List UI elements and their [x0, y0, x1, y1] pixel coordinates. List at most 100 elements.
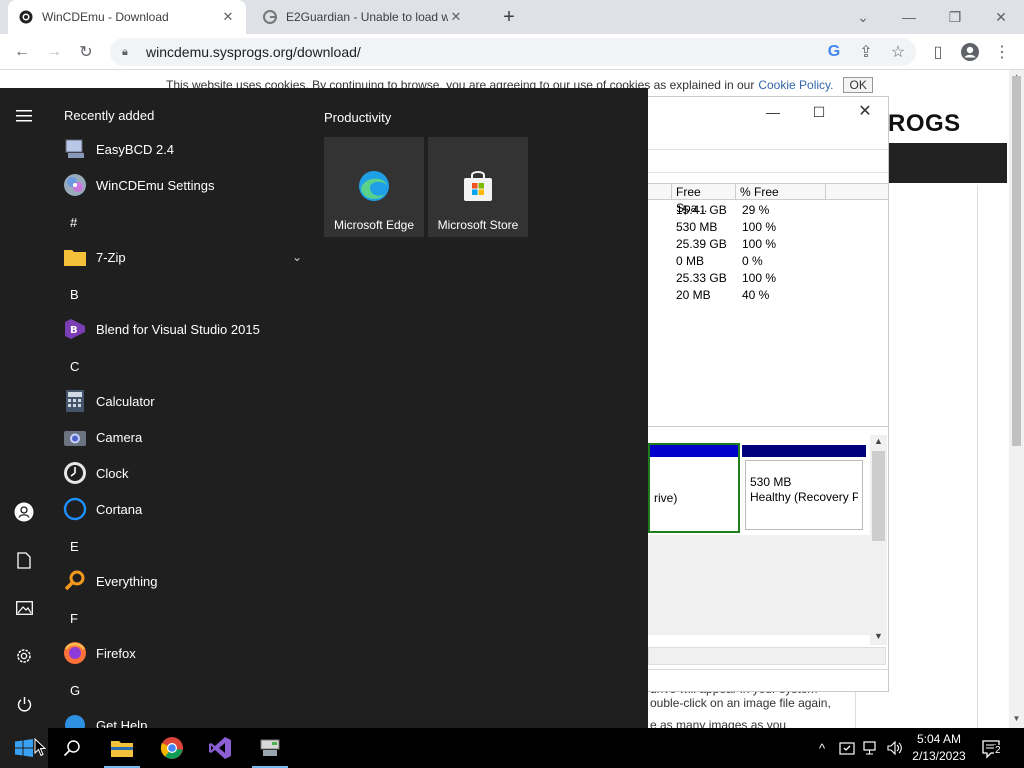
app-firefox[interactable]: Firefox [62, 636, 302, 670]
documents-icon[interactable] [8, 544, 40, 576]
clock-icon [62, 460, 88, 486]
calculator-icon [62, 388, 88, 414]
close-tab-icon[interactable]: ✕ [448, 9, 464, 25]
system-clock[interactable]: 5:04 AM 2/13/2023 [908, 731, 970, 765]
cookie-ok-button[interactable]: OK [843, 77, 873, 93]
back-arrow-icon[interactable]: ← [10, 40, 34, 64]
get-help-icon [62, 712, 88, 728]
productivity-group-header[interactable]: Productivity [324, 110, 391, 125]
file-explorer-button[interactable] [98, 728, 146, 768]
svg-text:B: B [70, 325, 78, 336]
tile-microsoft-edge[interactable]: Microsoft Edge [324, 137, 424, 237]
app-blend-visual-studio[interactable]: B Blend for Visual Studio 2015 [62, 312, 302, 346]
minimize-button[interactable]: — [758, 101, 788, 123]
app-get-help[interactable]: Get Help [62, 708, 302, 728]
restore-button[interactable]: ❐ [932, 0, 978, 34]
column-header[interactable] [648, 184, 672, 200]
app-everything[interactable]: Everything [62, 564, 302, 598]
scroll-down-icon[interactable]: ▼ [1009, 714, 1024, 723]
network-icon[interactable] [862, 738, 880, 758]
app-list[interactable]: Recently added EasyBCD 2.4 WinCDEmu Sett… [48, 88, 308, 728]
scroll-thumb[interactable] [1012, 76, 1021, 446]
group-letter[interactable]: E [70, 539, 79, 554]
table-row[interactable]: 25.33 GB 100 % [648, 271, 888, 288]
search-icon [63, 740, 80, 757]
partition-recovery[interactable]: 530 MB Healthy (Recovery Pa [742, 445, 866, 531]
app-clock[interactable]: Clock [62, 456, 302, 490]
window-titlebar[interactable]: — ☐ ✕ [648, 97, 888, 127]
app-cortana[interactable]: Cortana [62, 492, 302, 526]
chrome-menu-icon[interactable]: ⋮ [990, 40, 1014, 64]
table-row[interactable]: 530 MB 100 % [648, 220, 888, 237]
column-header-percent-free[interactable]: % Free [736, 184, 826, 200]
settings-gear-icon[interactable] [8, 640, 40, 672]
user-account-icon[interactable] [8, 496, 40, 528]
network-app-button[interactable] [246, 728, 294, 768]
table-row[interactable]: 25.39 GB 100 % [648, 237, 888, 254]
bookmark-star-icon[interactable]: ☆ [886, 40, 910, 64]
forward-arrow-icon[interactable]: → [42, 40, 66, 64]
chrome-button[interactable] [148, 728, 196, 768]
horizontal-scrollbar[interactable] [648, 647, 886, 665]
app-calculator[interactable]: Calculator [62, 384, 302, 418]
table-row[interactable]: 20 MB 40 % [648, 288, 888, 305]
google-lens-icon[interactable]: G [822, 40, 846, 64]
visual-studio-button[interactable] [196, 728, 244, 768]
magnifier-icon [62, 568, 88, 594]
chevron-down-icon[interactable]: ⌄ [292, 250, 302, 264]
tab-wincdemu-download[interactable]: WinCDEmu - Download ✕ [8, 0, 246, 34]
pictures-icon[interactable] [8, 592, 40, 624]
profile-icon[interactable] [958, 40, 982, 64]
app-easybcd[interactable]: EasyBCD 2.4 [62, 132, 302, 166]
group-letter[interactable]: F [70, 611, 78, 626]
column-header[interactable] [826, 184, 888, 200]
app-7zip[interactable]: 7-Zip ⌄ [62, 240, 302, 274]
scroll-up-icon[interactable]: ▲ [870, 436, 887, 446]
disk-map-scrollbar[interactable]: ▲ ▼ [870, 435, 887, 645]
free-space-cell: 25.33 GB [676, 271, 727, 285]
app-label: Get Help [96, 717, 148, 729]
percent-free-cell: 40 % [742, 288, 770, 302]
table-row[interactable]: 0 MB 0 % [648, 254, 888, 271]
scroll-down-icon[interactable]: ▼ [870, 631, 887, 641]
action-center-button[interactable]: 2 [978, 734, 1008, 762]
power-icon[interactable] [8, 688, 40, 720]
reload-icon[interactable]: ↻ [74, 40, 98, 64]
close-window-button[interactable]: ✕ [850, 101, 880, 123]
app-camera[interactable]: Camera [62, 420, 302, 454]
volume-icon[interactable] [886, 738, 904, 758]
show-hidden-icons-chevron-icon[interactable]: ^ [814, 738, 830, 758]
cookie-policy-link[interactable]: Cookie Policy. [758, 78, 833, 92]
tab-search-chevron-icon[interactable]: ⌄ [840, 0, 886, 34]
percent-free-cell: 100 % [742, 271, 777, 285]
address-bar[interactable]: 🔒︎ wincdemu.sysprogs.org/download/ [110, 38, 916, 66]
group-letter[interactable]: G [70, 683, 80, 698]
security-center-icon[interactable] [838, 738, 856, 758]
app-label: Calculator [96, 393, 155, 409]
side-panel-icon[interactable]: ▯ [926, 40, 950, 64]
url-text: wincdemu.sysprogs.org/download/ [146, 44, 361, 60]
close-tab-icon[interactable]: ✕ [220, 9, 236, 25]
partition-primary[interactable]: rive) [648, 443, 740, 533]
scroll-thumb[interactable] [872, 451, 885, 541]
tile-microsoft-store[interactable]: Microsoft Store [428, 137, 528, 237]
sysprogs-logo[interactable]: ROGS [888, 110, 961, 138]
close-window-button[interactable]: ✕ [978, 0, 1024, 34]
new-tab-button[interactable]: + [498, 6, 520, 28]
app-wincdemu-settings[interactable]: WinCDEmu Settings [62, 168, 302, 202]
hamburger-menu-icon[interactable] [8, 100, 40, 132]
app-label: WinCDEmu Settings [96, 177, 215, 193]
search-button[interactable] [48, 728, 96, 768]
group-letter[interactable]: # [70, 215, 77, 230]
page-scrollbar[interactable]: ▲ ▼ [1009, 70, 1024, 728]
app-label: Cortana [96, 501, 143, 517]
maximize-button[interactable]: ☐ [804, 101, 834, 123]
group-letter[interactable]: C [70, 359, 79, 374]
table-row[interactable]: 15.41 GB 29 % [648, 203, 888, 220]
tab-e2guardian[interactable]: E2Guardian - Unable to load web ✕ [252, 0, 474, 34]
group-letter[interactable]: B [70, 287, 79, 302]
minimize-button[interactable]: — [886, 0, 932, 34]
column-header-free-space[interactable]: Free Spa... [672, 184, 736, 215]
partition-bar [650, 445, 738, 457]
share-icon[interactable]: ⇪ [854, 40, 878, 64]
